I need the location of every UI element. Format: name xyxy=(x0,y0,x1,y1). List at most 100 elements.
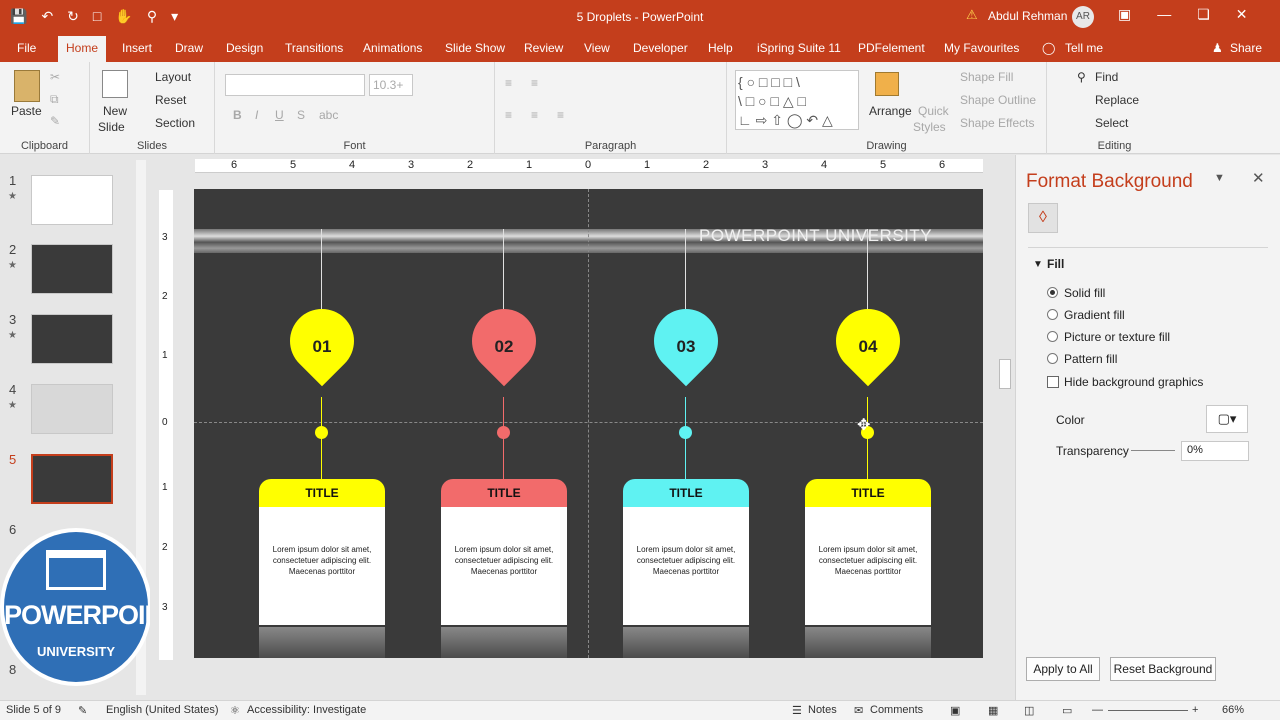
shape-fill-button[interactable]: Shape Fill xyxy=(960,70,1013,84)
section-button[interactable]: Section xyxy=(155,116,195,130)
tab-animations[interactable]: Animations xyxy=(363,41,422,55)
connector-dot[interactable] xyxy=(315,426,328,439)
find-button[interactable]: Find xyxy=(1095,70,1118,84)
text-card[interactable]: Lorem ipsum dolor sit amet, consectetuer… xyxy=(623,507,749,625)
pane-options-chevron-icon[interactable]: ▼ xyxy=(1214,172,1225,184)
tab-developer[interactable]: Developer xyxy=(633,41,688,55)
fill-tab-icon[interactable]: ◊ xyxy=(1028,203,1058,233)
tab-ispring[interactable]: iSpring Suite 11 xyxy=(757,41,841,55)
connector-dot[interactable] xyxy=(497,426,510,439)
strikethrough-icon[interactable]: abc xyxy=(319,108,338,122)
minimize-icon[interactable]: — xyxy=(1157,6,1171,23)
color-picker-button[interactable]: ▢▾ xyxy=(1206,405,1248,433)
arrange-icon[interactable] xyxy=(875,72,899,96)
reset-button[interactable]: Reset xyxy=(155,93,186,107)
slide-thumbnail-5-selected[interactable] xyxy=(31,454,113,504)
hide-background-checkbox[interactable] xyxy=(1047,376,1059,388)
gradient-fill-radio[interactable] xyxy=(1047,309,1058,320)
align-right-icon[interactable]: ≡ xyxy=(557,108,564,122)
font-name-input[interactable] xyxy=(225,74,365,96)
layout-button[interactable]: Layout xyxy=(155,70,191,84)
title-tab[interactable]: TITLE xyxy=(805,479,931,509)
canvas-scrollbar[interactable] xyxy=(998,159,1012,679)
solid-fill-radio[interactable] xyxy=(1047,287,1058,298)
tab-transitions[interactable]: Transitions xyxy=(285,41,343,55)
tab-insert[interactable]: Insert xyxy=(122,41,152,55)
hide-background-label[interactable]: Hide background graphics xyxy=(1064,375,1203,389)
paste-icon[interactable] xyxy=(14,70,40,102)
slide-brand-text[interactable]: POWERPOINT UNIVERSITY xyxy=(699,226,932,246)
tab-home[interactable]: Home xyxy=(58,36,107,62)
numbering-icon[interactable]: ≡ xyxy=(531,76,538,90)
copy-icon[interactable]: ⧉ xyxy=(50,92,59,107)
tab-review[interactable]: Review xyxy=(524,41,563,55)
title-tab[interactable]: TITLE xyxy=(259,479,385,509)
tab-draw[interactable]: Draw xyxy=(175,41,203,55)
underline-icon[interactable]: U xyxy=(275,108,284,122)
gradient-fill-label[interactable]: Gradient fill xyxy=(1064,308,1125,322)
pattern-fill-label[interactable]: Pattern fill xyxy=(1064,352,1117,366)
title-tab[interactable]: TITLE xyxy=(441,479,567,509)
bold-icon[interactable]: B xyxy=(233,108,242,122)
notes-button[interactable]: Notes xyxy=(808,704,837,716)
collapse-fill-icon[interactable]: ▼ xyxy=(1033,259,1043,270)
new-slide-button-line2[interactable]: Slide xyxy=(98,120,125,134)
maximize-icon[interactable]: ❏ xyxy=(1197,6,1210,23)
close-pane-icon[interactable]: ✕ xyxy=(1252,169,1265,187)
picture-fill-label[interactable]: Picture or texture fill xyxy=(1064,330,1170,344)
tab-slide-show[interactable]: Slide Show xyxy=(445,41,505,55)
close-icon[interactable]: ✕ xyxy=(1236,6,1248,23)
slide-thumbnail-2[interactable] xyxy=(31,244,113,294)
cut-icon[interactable]: ✂ xyxy=(50,70,60,84)
avatar[interactable]: AR xyxy=(1072,6,1094,28)
new-slide-button[interactable]: New xyxy=(103,104,127,118)
shape-effects-button[interactable]: Shape Effects xyxy=(960,116,1035,130)
tab-help[interactable]: Help xyxy=(708,41,733,55)
shape-outline-button[interactable]: Shape Outline xyxy=(960,93,1036,107)
zoom-slider[interactable] xyxy=(1108,710,1188,711)
new-slide-icon[interactable] xyxy=(102,70,128,98)
zoom-in-icon[interactable]: + xyxy=(1192,704,1198,716)
tab-pdfelement[interactable]: PDFelement xyxy=(858,41,925,55)
reset-background-button[interactable]: Reset Background xyxy=(1110,657,1216,681)
replace-button[interactable]: Replace xyxy=(1095,93,1139,107)
tab-design[interactable]: Design xyxy=(226,41,263,55)
shapes-gallery[interactable]: { ○ □ □ □ \ \ □ ○ □ △ □ ∟ ⇨ ⇧ ◯ ↶ △ xyxy=(735,70,859,130)
slide-show-icon[interactable]: ▭ xyxy=(1062,704,1072,717)
text-card[interactable]: Lorem ipsum dolor sit amet, consectetuer… xyxy=(805,507,931,625)
transparency-slider[interactable] xyxy=(1131,450,1175,451)
align-center-icon[interactable]: ≡ xyxy=(531,108,538,122)
paste-button[interactable]: Paste xyxy=(11,104,42,118)
comments-button[interactable]: Comments xyxy=(870,704,923,716)
slide-thumbnail-1[interactable] xyxy=(31,175,113,225)
zoom-level[interactable]: 66% xyxy=(1222,704,1244,716)
tab-my-favourites[interactable]: My Favourites xyxy=(944,41,1019,55)
pattern-fill-radio[interactable] xyxy=(1047,353,1058,364)
font-size-input[interactable]: 10.3+ xyxy=(369,74,413,96)
normal-view-icon[interactable]: ▣ xyxy=(950,704,960,717)
spelling-icon[interactable]: ✎ xyxy=(78,704,87,717)
slide-sorter-icon[interactable]: ▦ xyxy=(988,704,998,717)
bullets-icon[interactable]: ≡ xyxy=(505,76,512,90)
shadow-icon[interactable]: S xyxy=(297,108,305,122)
share-button[interactable]: Share xyxy=(1230,41,1262,55)
user-name[interactable]: Abdul Rehman xyxy=(988,9,1067,23)
solid-fill-label[interactable]: Solid fill xyxy=(1064,286,1105,300)
quick-styles-button[interactable]: Quick xyxy=(918,104,949,118)
language-indicator[interactable]: English (United States) xyxy=(106,704,219,716)
tab-view[interactable]: View xyxy=(584,41,610,55)
slide-5[interactable]: POWERPOINT UNIVERSITY 01 TITLE Lorem ips… xyxy=(194,189,983,658)
transparency-input[interactable]: 0% xyxy=(1181,441,1249,461)
scroll-thumb[interactable] xyxy=(999,359,1011,389)
align-left-icon[interactable]: ≡ xyxy=(505,108,512,122)
fill-section-label[interactable]: Fill xyxy=(1047,257,1064,271)
arrange-button[interactable]: Arrange xyxy=(869,104,912,118)
connector-dot[interactable] xyxy=(679,426,692,439)
italic-icon[interactable]: I xyxy=(255,108,258,122)
reading-view-icon[interactable]: ◫ xyxy=(1024,704,1034,717)
ribbon-display-icon[interactable]: ▣ xyxy=(1118,6,1131,23)
title-tab[interactable]: TITLE xyxy=(623,479,749,509)
accessibility-status[interactable]: Accessibility: Investigate xyxy=(247,704,366,716)
quick-styles-button-line2[interactable]: Styles xyxy=(913,120,946,134)
tell-me-search[interactable]: Tell me xyxy=(1065,41,1103,55)
